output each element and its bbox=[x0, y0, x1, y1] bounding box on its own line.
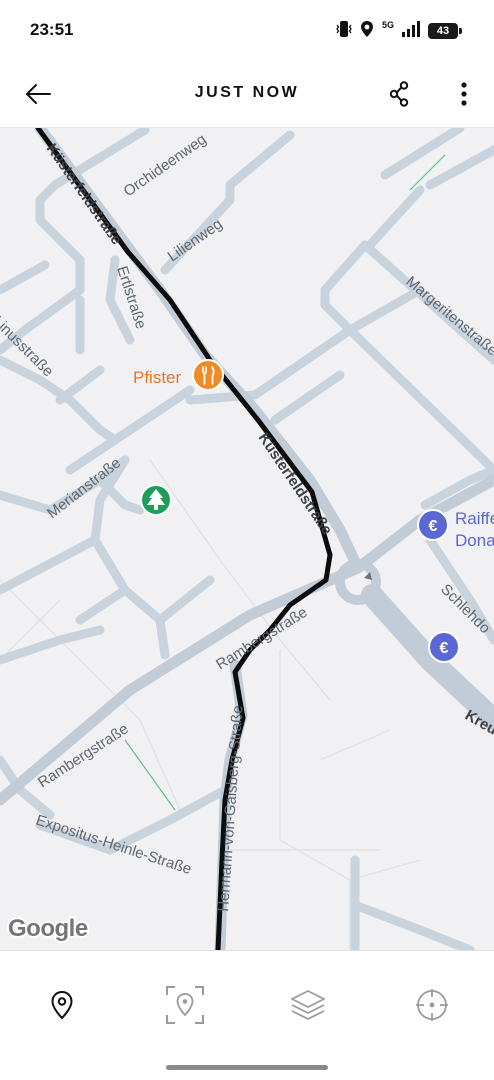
status-time: 23:51 bbox=[30, 20, 74, 39]
pin-icon bbox=[51, 990, 73, 1020]
map-canvas[interactable]: Küsterfeldstraße Küsterfeldstraße Orchid… bbox=[0, 128, 494, 950]
restaurant-pin bbox=[192, 359, 224, 391]
poi-restaurant-label: Pfister bbox=[133, 368, 182, 387]
poi-park[interactable] bbox=[140, 484, 172, 516]
more-vert-icon bbox=[461, 82, 467, 106]
signal-icon bbox=[402, 20, 420, 42]
my-location-icon bbox=[416, 989, 448, 1021]
layers-icon bbox=[291, 990, 325, 1020]
bottom-toolbar bbox=[0, 950, 494, 1060]
google-logo: Google bbox=[8, 915, 88, 942]
status-bar: 23:51 5G 43 bbox=[0, 0, 494, 60]
street-label-kuesterfeld-south: Küsterfeldstraße bbox=[255, 430, 336, 538]
vibrate-icon bbox=[336, 20, 352, 43]
euro-icon: € bbox=[429, 518, 438, 535]
poi-restaurant[interactable]: Pfister bbox=[133, 359, 224, 391]
map-layers-button[interactable] bbox=[284, 981, 332, 1029]
app-bar: JUST NOW bbox=[0, 60, 494, 128]
focus-location-button[interactable] bbox=[161, 981, 209, 1029]
battery-icon: 43 bbox=[428, 23, 462, 39]
euro-icon-2: € bbox=[440, 640, 449, 657]
location-pin-button[interactable] bbox=[38, 981, 86, 1029]
poi-bank-label-line2: Dona bbox=[455, 531, 494, 550]
focus-pin-icon bbox=[166, 986, 204, 1024]
home-indicator[interactable] bbox=[166, 1065, 328, 1070]
poi-bank-2[interactable]: € bbox=[428, 631, 460, 663]
share-icon bbox=[389, 81, 409, 107]
network-type: 5G bbox=[381, 20, 394, 30]
poi-bank-label-line1: Raiffe bbox=[455, 509, 494, 528]
street-label-margeritenstrasse: Margeritenstraße bbox=[402, 273, 494, 359]
map-view[interactable]: Küsterfeldstraße Küsterfeldstraße Orchid… bbox=[0, 128, 494, 950]
share-button[interactable] bbox=[380, 74, 420, 114]
street-label-lilienweg: Lilienweg bbox=[165, 215, 226, 265]
battery-level: 43 bbox=[436, 25, 450, 37]
more-options-button[interactable] bbox=[444, 74, 484, 114]
my-location-button[interactable] bbox=[408, 981, 456, 1029]
status-icons: 5G 43 bbox=[336, 20, 462, 43]
location-icon bbox=[360, 20, 374, 43]
